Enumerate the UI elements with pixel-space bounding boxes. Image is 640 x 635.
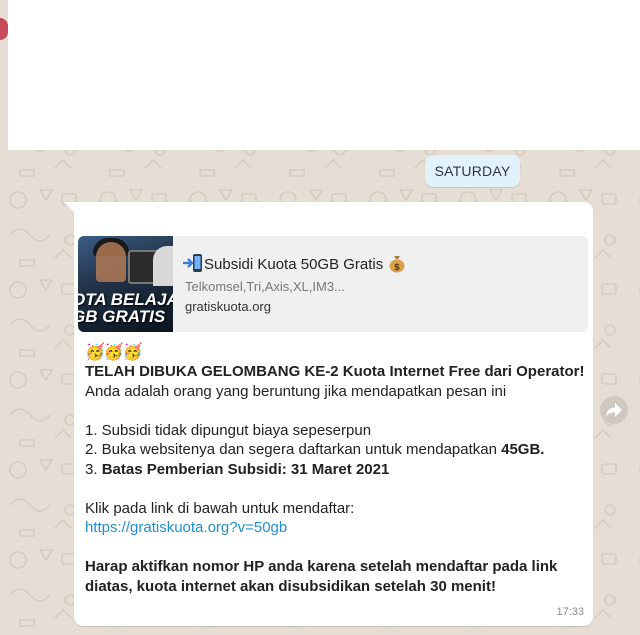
message-cta: Klik pada link di bawah untuk mendaftar: — [85, 499, 355, 517]
message-intro: Anda adalah orang yang beruntung jika me… — [85, 382, 507, 400]
conversation-header-area — [8, 0, 640, 150]
thumbnail-text-line2: GB GRATIS — [78, 307, 166, 326]
day-separator: SATURDAY — [425, 155, 520, 187]
link-preview-title-text: Subsidi Kuota 50GB Gratis — [204, 255, 384, 273]
message-point-2: 2. Buka websitenya dan segera daftarkan … — [85, 441, 545, 458]
message-text: 🥳🥳🥳 TELAH DIBUKA GELOMBANG KE-2 Kuota In… — [85, 343, 585, 596]
message-bubble[interactable]: OTA BELAJAR GB GRATIS Subsidi Kuota 50GB… — [74, 202, 593, 626]
forward-arrow-icon — [606, 403, 622, 417]
message-footer: Harap aktifkan nomor HP anda karena sete… — [85, 558, 558, 595]
message-link[interactable]: https://gratiskuota.org?v=50gb — [85, 519, 287, 536]
message-point-1: 1. Subsidi tidak dipungut biaya sepeserp… — [85, 421, 372, 439]
party-face-emoji-row: 🥳🥳🥳 — [85, 344, 143, 361]
link-preview-description: Telkomsel,Tri,Axis,XL,IM3... — [185, 279, 345, 294]
svg-text:$: $ — [394, 263, 400, 273]
mobile-phone-arrow-icon — [182, 253, 204, 277]
forward-button[interactable] — [600, 396, 628, 424]
link-preview-domain: gratiskuota.org — [185, 299, 271, 314]
link-preview-title: Subsidi Kuota 50GB Gratis $ — [182, 253, 407, 277]
message-timestamp: 17:33 — [556, 606, 584, 618]
message-headline: TELAH DIBUKA GELOMBANG KE-2 Kuota Intern… — [85, 363, 585, 380]
money-bag-icon: $ — [387, 253, 407, 277]
message-point-3: 3. Batas Pemberian Subsidi: 31 Maret 202… — [85, 460, 390, 478]
link-preview-card[interactable]: OTA BELAJAR GB GRATIS Subsidi Kuota 50GB… — [78, 236, 588, 332]
link-preview-thumbnail: OTA BELAJAR GB GRATIS — [78, 236, 173, 332]
